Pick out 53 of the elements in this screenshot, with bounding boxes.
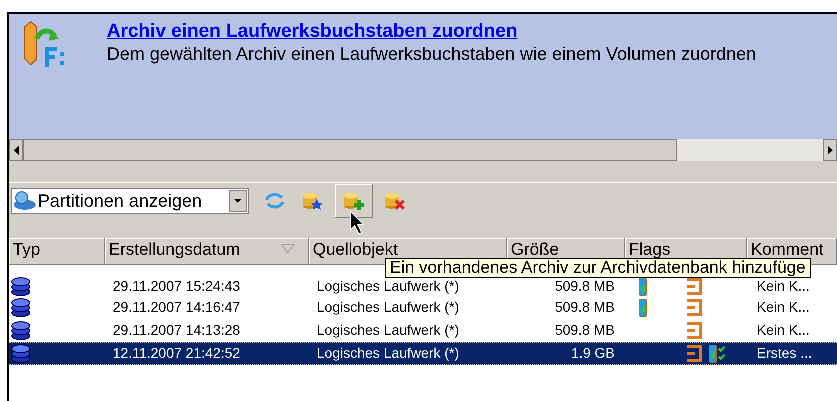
comment-cell: Erstes ... [757, 345, 812, 361]
table-row[interactable]: 12.11.2007 21:42:52 Logisches Laufwerk (*) 1.9 GB Erstes ... [9, 342, 837, 365]
mouse-pointer-icon [350, 211, 366, 235]
bracket-icon [685, 320, 705, 340]
date-cell: 29.11.2007 15:24:43 [113, 278, 240, 294]
horizontal-scrollbar[interactable] [9, 139, 837, 161]
database-star-icon [302, 191, 324, 211]
scroll-thumb[interactable] [23, 139, 677, 161]
column-header[interactable]: Erstellungsdatum [105, 238, 309, 265]
database-cross-icon [384, 191, 406, 211]
capsule-icon [709, 344, 717, 362]
size-cell-text: 509.8 MB [555, 298, 615, 317]
table-row[interactable]: 29.11.2007 14:16:47 Logisches Laufwerk (*) 509.8 MB Kein K... [9, 296, 837, 319]
toolbar-button[interactable] [335, 184, 373, 218]
capsule-icon [639, 298, 647, 316]
disk-stack-icon [11, 276, 33, 296]
task-description: Dem gewählten Archiv einen Laufwerksbuchstaben wie einem Volumen zuordnen [107, 43, 756, 65]
right-triangle-icon [828, 146, 832, 154]
refresh-arrows-icon [264, 191, 286, 211]
source-cell: Logisches Laufwerk (*) [317, 278, 460, 294]
tooltip: Ein vorhandenes Archiv zur Archivdatenbank hinzufüge [385, 258, 811, 278]
date-cell: 29.11.2007 14:16:47 [113, 299, 240, 315]
disk-stack-icon [11, 320, 33, 340]
scroll-left-button[interactable] [9, 139, 23, 161]
table-row[interactable]: 29.11.2007 14:13:28 Logisches Laufwerk (*) 509.8 MB Kein K... [9, 319, 837, 342]
sort-triangle-icon [281, 244, 295, 254]
comment-cell: Kein K... [757, 278, 810, 294]
disk-stack-icon [11, 344, 33, 364]
comment-cell: Kein K... [757, 299, 810, 315]
bracket-icon [685, 298, 705, 318]
comment-cell: Kein K... [757, 322, 810, 338]
size-cell-text: 509.8 MB [555, 277, 615, 296]
database-plus-icon [343, 191, 365, 211]
caret-icon [234, 199, 242, 203]
column-header[interactable]: Typ [9, 238, 105, 265]
bracket-icon [685, 344, 705, 364]
check-marks-icon [718, 346, 726, 362]
size-cell-text: 509.8 MB [555, 321, 615, 340]
task-title-link[interactable]: Archiv einen Laufwerksbuchstaben zuordnen [107, 21, 756, 43]
capsule-icon [639, 278, 647, 296]
disk-stack-icon [11, 298, 33, 318]
source-cell: Logisches Laufwerk (*) [317, 322, 460, 338]
date-cell: 12.11.2007 21:42:52 [113, 345, 240, 361]
view-select[interactable]: Partitionen anzeigen [11, 188, 249, 214]
bracket-icon [685, 276, 705, 296]
scroll-right-button[interactable] [823, 139, 837, 161]
source-cell: Logisches Laufwerk (*) [317, 345, 460, 361]
view-select-value: Partitionen anzeigen [38, 190, 204, 213]
dropdown-button[interactable] [229, 190, 247, 212]
size-cell-text: 1.9 GB [571, 344, 615, 363]
left-triangle-icon [14, 146, 18, 154]
date-cell: 29.11.2007 14:13:28 [113, 322, 240, 338]
source-cell: Logisches Laufwerk (*) [317, 299, 460, 315]
